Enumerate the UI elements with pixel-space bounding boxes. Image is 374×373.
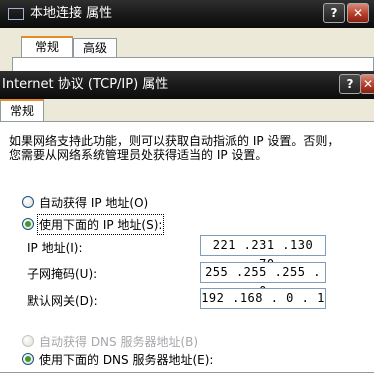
- ip-auto-radio[interactable]: [22, 196, 34, 208]
- dns-auto-label[interactable]: 自动获得 DNS 服务器地址(B): [39, 333, 198, 350]
- dns-manual-label[interactable]: 使用下面的 DNS 服务器地址(E):: [39, 351, 213, 368]
- tab-general[interactable]: 常规: [0, 99, 44, 122]
- subnet-mask-label: 子网掩码(U):: [27, 267, 98, 281]
- network-icon: [8, 7, 24, 20]
- description-line-2: 您需要从网络系统管理员处获得适当的 IP 设置。: [9, 148, 268, 162]
- ip-address-field[interactable]: 221 .231 .130 .70: [200, 235, 326, 271]
- ip-manual-radio[interactable]: [22, 218, 34, 230]
- back-window-close-button[interactable]: ✕: [347, 3, 369, 23]
- back-window-title: 本地连接 属性: [30, 6, 113, 21]
- dialog-title-bar[interactable]: Internet 协议 (TCP/IP) 属性: [0, 71, 374, 99]
- ip-address-label: IP 地址(I):: [27, 241, 83, 255]
- dialog-help-button[interactable]: ?: [339, 74, 361, 94]
- dns-manual-radio[interactable]: [22, 353, 34, 365]
- dialog-close-button[interactable]: ✕: [360, 74, 374, 94]
- back-window-help-button[interactable]: ?: [323, 3, 345, 23]
- ip-manual-label[interactable]: 使用下面的 IP 地址(S):: [36, 214, 165, 235]
- default-gateway-label: 默认网关(D):: [27, 294, 98, 308]
- tcpip-properties-dialog: Internet 协议 (TCP/IP) 属性 ? ✕ 常规 如果网络支持此功能…: [0, 71, 374, 373]
- dialog-title: Internet 协议 (TCP/IP) 属性: [2, 77, 169, 92]
- back-tab-advanced[interactable]: 高级: [73, 38, 117, 58]
- back-window: 本地连接 属性 ? ✕ 常规 高级: [0, 0, 374, 87]
- dns-auto-radio[interactable]: [22, 335, 34, 347]
- ip-auto-label[interactable]: 自动获得 IP 地址(O): [39, 194, 148, 211]
- back-tab-general[interactable]: 常规: [21, 36, 73, 58]
- default-gateway-field[interactable]: 192 .168 . 0 . 1: [200, 288, 326, 309]
- subnet-mask-field[interactable]: 255 .255 .255 . 0: [200, 262, 326, 298]
- back-window-title-bar[interactable]: 本地连接 属性: [0, 0, 374, 28]
